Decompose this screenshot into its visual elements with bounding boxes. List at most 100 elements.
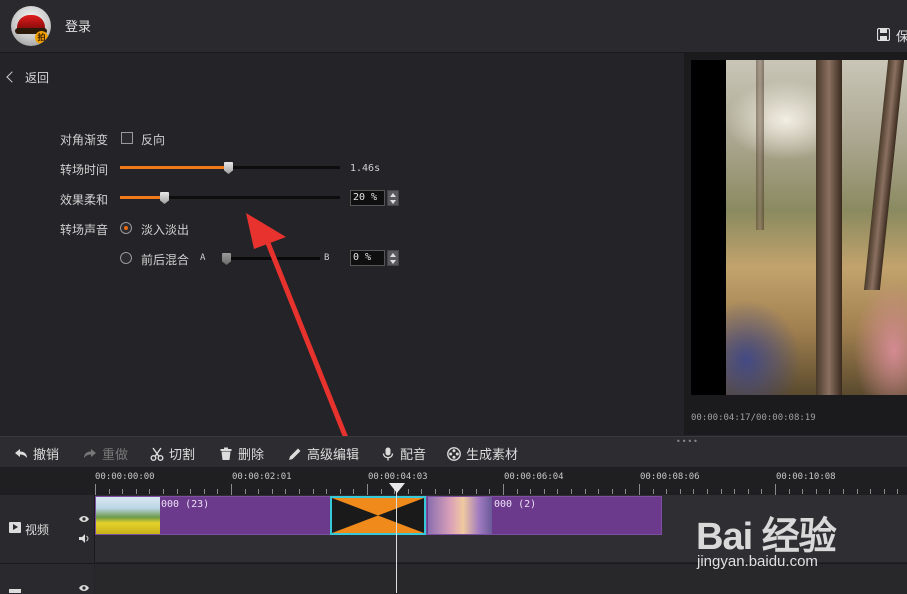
ruler-tick <box>544 489 545 494</box>
ruler-tick <box>707 489 708 494</box>
ruler-tick <box>653 489 654 494</box>
ruler-tick <box>843 489 844 494</box>
app-logo: 拍 <box>11 6 51 46</box>
ruler-tick <box>884 489 885 494</box>
ruler-tick <box>421 489 422 494</box>
transition-block[interactable] <box>330 496 426 535</box>
delete-label: 删除 <box>238 448 265 463</box>
cut-button[interactable]: 切割 <box>150 444 195 463</box>
ruler-tick <box>313 489 314 494</box>
ruler-tick <box>557 489 558 494</box>
annotation-arrow <box>246 213 351 445</box>
ruler-tick <box>666 489 667 494</box>
ruler-tick <box>639 484 640 495</box>
fade-radio[interactable] <box>120 222 132 234</box>
pencil-icon <box>289 448 301 460</box>
ruler-tick <box>585 489 586 494</box>
softness-spinbox[interactable]: 20 % <box>350 190 385 206</box>
generate-label: 生成素材 <box>466 448 519 463</box>
ruler-tick <box>612 489 613 494</box>
save-button[interactable]: 保 <box>896 26 907 45</box>
ruler-tick <box>721 489 722 494</box>
ruler-tick <box>149 489 150 494</box>
mix-radio[interactable] <box>120 252 132 264</box>
trash-icon <box>220 447 232 460</box>
ruler-tick <box>285 489 286 494</box>
back-button[interactable]: 返回 <box>6 69 50 86</box>
film-reel-icon <box>447 447 461 461</box>
ruler-tick <box>571 489 572 494</box>
duration-label: 转场时间 <box>60 163 109 177</box>
redo-label: 重做 <box>102 448 129 463</box>
ruler-tick <box>231 484 232 495</box>
ruler-label: 00:00:02:01 <box>232 472 292 482</box>
dub-label: 配音 <box>400 448 427 463</box>
back-label: 返回 <box>25 71 50 85</box>
ruler-tick <box>408 489 409 494</box>
ruler-tick <box>381 489 382 494</box>
ruler-tick <box>136 489 137 494</box>
chevron-left-icon <box>6 71 18 83</box>
mix-a-label: A <box>200 253 206 263</box>
mix-label: 前后混合 <box>141 253 190 267</box>
delete-button[interactable]: 删除 <box>219 444 264 463</box>
resize-grip[interactable]: •••• <box>676 437 699 446</box>
fade-label: 淡入淡出 <box>141 223 190 237</box>
undo-button[interactable]: 撤销 <box>14 444 59 463</box>
preview-timecode: 00:00:04:17/00:00:08:19 <box>691 413 816 423</box>
softness-stepper[interactable] <box>387 190 399 206</box>
top-bar <box>0 0 907 53</box>
login-link[interactable]: 登录 <box>65 16 91 35</box>
save-icon[interactable] <box>877 28 890 41</box>
transition-icon <box>332 498 424 533</box>
ruler-tick <box>530 489 531 494</box>
clip-thumbnail <box>428 497 492 534</box>
generate-button[interactable]: 生成素材 <box>447 444 518 463</box>
eye-icon[interactable] <box>79 515 89 523</box>
ruler-tick <box>95 484 96 495</box>
ruler-tick <box>476 489 477 494</box>
ruler-tick <box>761 489 762 494</box>
undo-icon <box>15 449 27 458</box>
track-icon <box>9 589 21 593</box>
softness-slider-fill <box>120 196 164 199</box>
ruler-label: 00:00:00:00 <box>95 472 155 482</box>
scissors-icon <box>150 447 164 461</box>
redo-icon <box>84 449 96 458</box>
advanced-edit-button[interactable]: 高级编辑 <box>288 444 359 463</box>
advanced-edit-label: 高级编辑 <box>307 448 360 463</box>
video-track-label: 视频 <box>25 523 50 537</box>
ruler-tick <box>190 489 191 494</box>
ruler-tick <box>217 489 218 494</box>
ruler-tick <box>503 484 504 495</box>
cut-label: 切割 <box>169 448 196 463</box>
reverse-checkbox[interactable] <box>121 132 133 144</box>
video-track-icon <box>9 522 21 533</box>
mix-stepper[interactable] <box>387 250 399 266</box>
ruler-tick <box>449 489 450 494</box>
playhead-marker[interactable] <box>389 483 405 493</box>
ruler-tick <box>748 489 749 494</box>
dub-button[interactable]: 配音 <box>381 444 426 463</box>
ruler-tick <box>163 489 164 494</box>
ruler-tick <box>789 489 790 494</box>
ruler-tick <box>122 489 123 494</box>
clip-label: 000 (23) <box>161 499 210 510</box>
playhead[interactable] <box>396 484 397 593</box>
eye-icon[interactable] <box>79 584 89 592</box>
reverse-label: 反向 <box>141 133 166 147</box>
ruler-tick <box>435 489 436 494</box>
ruler-tick <box>829 489 830 494</box>
ruler-tick <box>693 489 694 494</box>
ruler-tick <box>734 489 735 494</box>
ruler-tick <box>353 489 354 494</box>
ruler-tick <box>258 489 259 494</box>
watermark-url: jingyan.baidu.com <box>697 553 818 570</box>
ruler-tick <box>680 489 681 494</box>
speaker-icon[interactable] <box>79 534 90 543</box>
ruler-tick <box>517 489 518 494</box>
undo-label: 撤销 <box>33 448 60 463</box>
ruler-tick <box>775 484 776 495</box>
redo-button[interactable]: 重做 <box>83 444 128 463</box>
duration-value: 1.46s <box>350 163 381 174</box>
